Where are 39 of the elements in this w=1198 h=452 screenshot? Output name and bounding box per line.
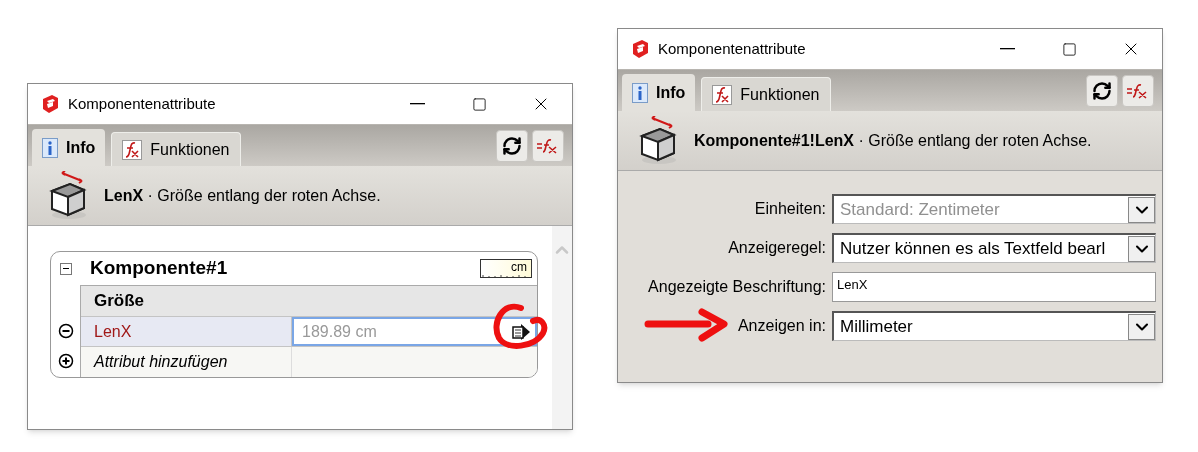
field-label: Anzeigeregel:: [728, 238, 826, 258]
info-icon: [42, 137, 58, 158]
select-field[interactable]: Millimeter: [832, 311, 1156, 341]
attribute-name: LenX: [81, 317, 292, 346]
app-logo-icon: [630, 39, 650, 59]
info-icon: [632, 82, 648, 103]
field-label: Anzeigen in:: [737, 316, 826, 336]
plus-circle-icon: [57, 353, 74, 369]
text-field[interactable]: LenX: [832, 272, 1156, 302]
section-header: Größe: [81, 286, 537, 317]
window-title: Komponentenattribute: [68, 93, 216, 114]
tab[interactable]: Info: [622, 74, 696, 111]
minimize-icon: [999, 48, 1015, 50]
minus-circle-icon: [57, 323, 74, 339]
window-title: Komponentenattribute: [658, 38, 806, 59]
minimize-icon: [409, 103, 425, 105]
tab[interactable]: Funktionen: [111, 132, 241, 166]
field-label: Angezeigte Beschriftung:: [648, 277, 826, 297]
select-field[interactable]: Nutzer können es als Textfeld bearl: [832, 233, 1156, 263]
maximize-icon: [471, 96, 487, 112]
attribute-description: LenX · Größe entlang der roten Achse.: [104, 185, 381, 206]
function-icon: [712, 84, 733, 105]
formula-button[interactable]: [1122, 74, 1154, 107]
field-label: Einheiten:: [754, 199, 826, 219]
function-icon: [122, 139, 143, 160]
refresh-icon: [502, 135, 522, 156]
app-logo-icon: [40, 94, 60, 114]
component-title: Komponente#1: [90, 256, 228, 281]
unit-badge: cm: [480, 259, 532, 278]
refresh-icon: [1092, 80, 1112, 101]
dropdown-button[interactable]: [1128, 313, 1155, 340]
formula-button[interactable]: [532, 129, 564, 162]
refresh-button[interactable]: [1086, 74, 1118, 107]
tab[interactable]: Funktionen: [701, 77, 831, 111]
tab[interactable]: Info: [32, 129, 106, 166]
attribute-description: Komponente#1!LenX · Größe entlang der roten Achse.: [694, 130, 1092, 151]
dropdown-button[interactable]: [1128, 235, 1155, 262]
refresh-button[interactable]: [496, 129, 528, 162]
maximize-icon: [1061, 41, 1077, 57]
